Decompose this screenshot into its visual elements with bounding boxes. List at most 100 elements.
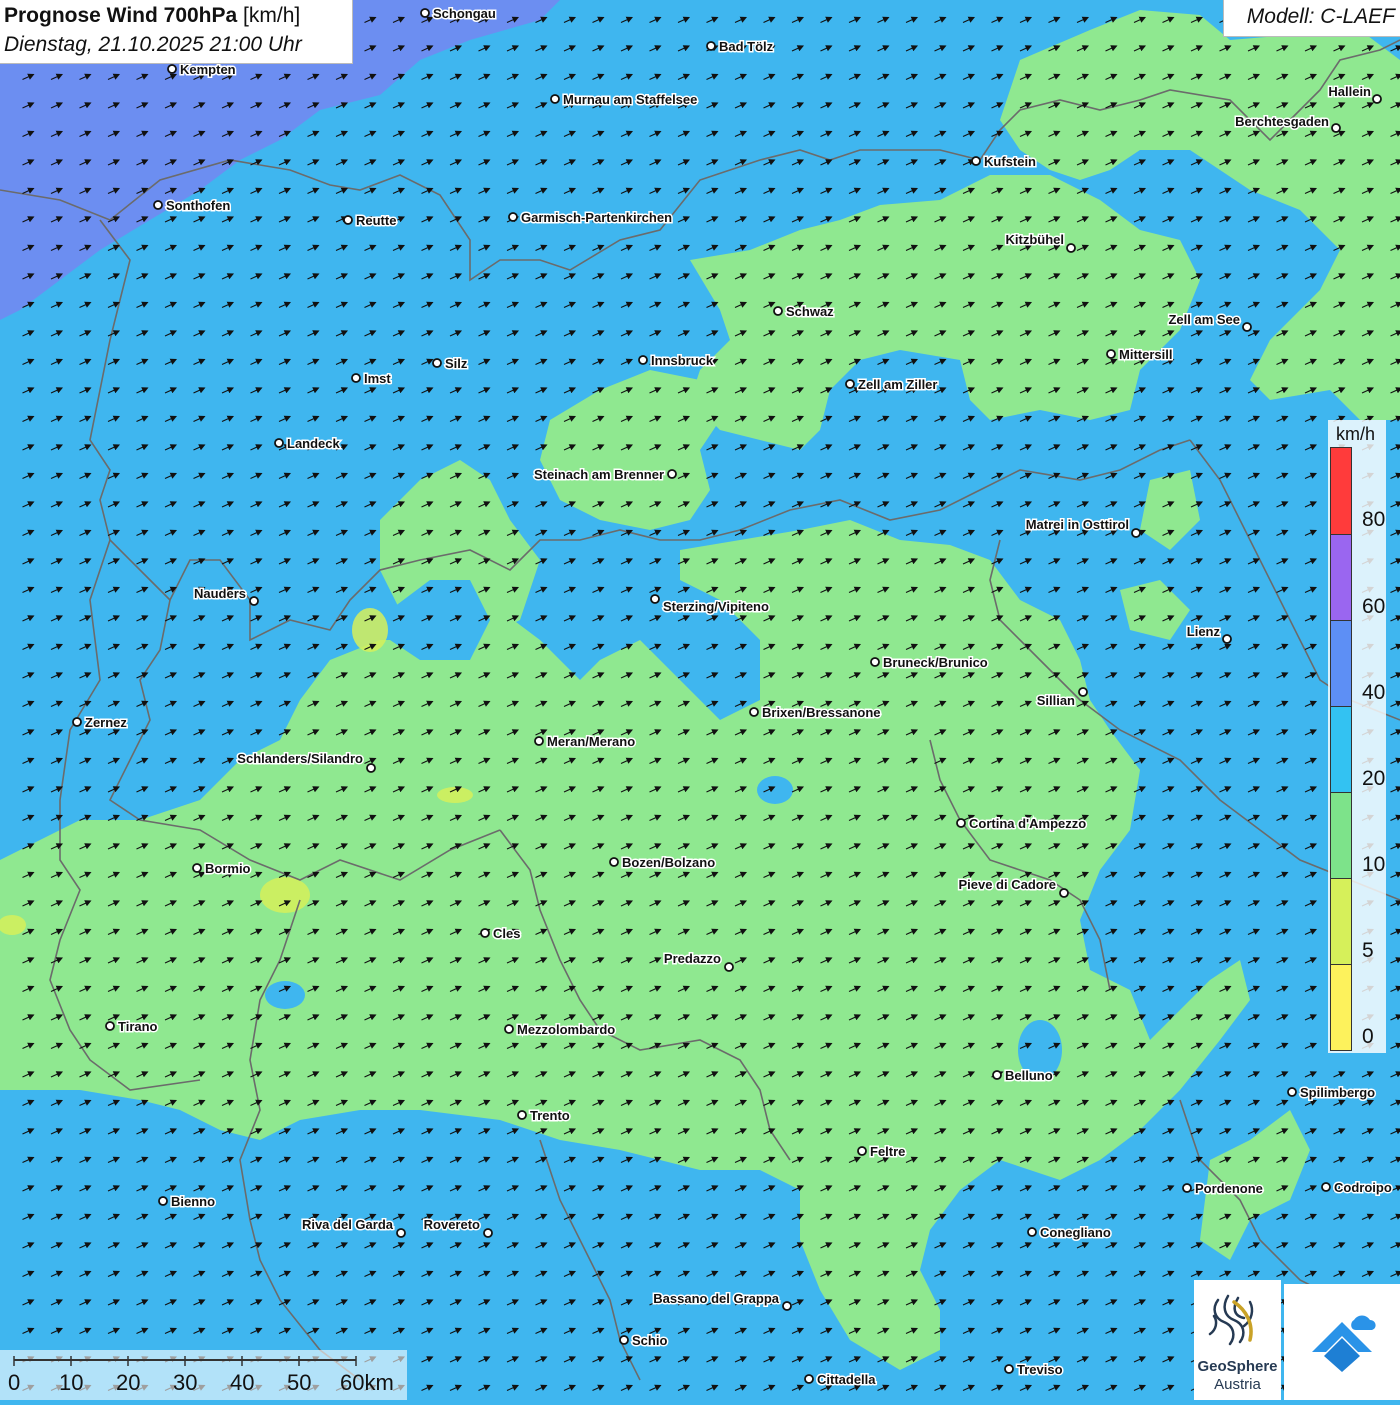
svg-text:Spilimbergo: Spilimbergo [1300, 1085, 1375, 1100]
city-innsbruck[interactable]: Innsbruck [639, 353, 714, 368]
geosphere-logo[interactable]: GeoSphere Austria [1194, 1280, 1281, 1400]
legend-tick: 5 [1362, 939, 1374, 963]
scale-label: 50 [287, 1370, 311, 1396]
legend-seg-20-40 [1331, 706, 1351, 792]
model-label: Modell: C-LAEF [1247, 5, 1395, 29]
svg-text:Sillian: Sillian [1037, 693, 1075, 708]
svg-text:Schwaz: Schwaz [786, 304, 834, 319]
city-pordenone[interactable]: Pordenone [1183, 1181, 1263, 1196]
svg-text:Conegliano: Conegliano [1040, 1225, 1111, 1240]
svg-text:Treviso: Treviso [1017, 1362, 1063, 1377]
title-box: Prognose Wind 700hPa [km/h] Dienstag, 21… [0, 0, 353, 64]
model-box: Modell: C-LAEF [1223, 0, 1400, 37]
svg-text:Meran/Merano: Meran/Merano [547, 734, 635, 749]
legend-tick: 80 [1362, 508, 1385, 532]
city-steinach[interactable]: Steinach am Brenner [534, 467, 676, 482]
scale-label: 30 [173, 1370, 197, 1396]
legend-seg-top [1331, 448, 1351, 534]
svg-text:Bruneck/Brunico: Bruneck/Brunico [883, 655, 988, 670]
scale-label: 0 [8, 1370, 20, 1396]
svg-text:Pieve di Cadore: Pieve di Cadore [958, 877, 1056, 892]
svg-text:Tirano: Tirano [118, 1019, 158, 1034]
city-bruneck[interactable]: Bruneck/Brunico [871, 655, 988, 670]
svg-text:Murnau am Staffelsee: Murnau am Staffelsee [563, 92, 697, 107]
scale-label: 40 [230, 1370, 254, 1396]
svg-text:Schongau: Schongau [433, 6, 496, 21]
map-title: Prognose Wind 700hPa [km/h] [4, 4, 300, 28]
svg-text:Mittersill: Mittersill [1119, 347, 1172, 362]
forecast-datetime: Dienstag, 21.10.2025 21:00 Uhr [4, 33, 302, 57]
svg-text:Predazzo: Predazzo [664, 951, 721, 966]
scale-bar: 0 10 20 30 40 50 60km [0, 1350, 407, 1400]
svg-text:Hallein: Hallein [1328, 84, 1371, 99]
svg-text:Schlanders/Silandro: Schlanders/Silandro [237, 751, 363, 766]
svg-text:Steinach am Brenner: Steinach am Brenner [534, 467, 664, 482]
city-conegliano[interactable]: Conegliano [1028, 1225, 1111, 1240]
city-brixen[interactable]: Brixen/Bressanone [750, 705, 881, 720]
svg-text:Pordenone: Pordenone [1195, 1181, 1263, 1196]
city-mezzolombardo[interactable]: Mezzolombardo [505, 1022, 615, 1037]
color-legend: km/h 80 60 40 20 10 5 0 [1328, 420, 1386, 1053]
svg-text:Brixen/Bressanone: Brixen/Bressanone [762, 705, 881, 720]
legend-seg-5-10 [1331, 878, 1351, 964]
svg-text:Cortina d'Ampezzo: Cortina d'Ampezzo [969, 816, 1086, 831]
legend-seg-10-20 [1331, 792, 1351, 878]
geosphere-icon [1194, 1280, 1281, 1358]
svg-text:Berchtesgaden: Berchtesgaden [1235, 114, 1329, 129]
legend-tick: 0 [1362, 1025, 1374, 1049]
svg-text:Silz: Silz [445, 356, 468, 371]
svg-text:Riva del Garda: Riva del Garda [302, 1217, 394, 1232]
svg-text:Landeck: Landeck [287, 436, 341, 451]
svg-text:Reutte: Reutte [356, 213, 396, 228]
city-bozen[interactable]: Bozen/Bolzano [610, 855, 715, 870]
scale-label: 10 [59, 1370, 83, 1396]
city-cortina[interactable]: Cortina d'Ampezzo [957, 816, 1086, 831]
svg-text:Zernez: Zernez [85, 715, 127, 730]
svg-text:Rovereto: Rovereto [424, 1217, 480, 1232]
svg-text:Feltre: Feltre [870, 1144, 905, 1159]
legend-colorbar [1330, 447, 1352, 1051]
legend-tick: 60 [1362, 595, 1385, 619]
scale-label: 60km [340, 1370, 394, 1396]
city-meran[interactable]: Meran/Merano [535, 734, 635, 749]
scale-label: 20 [116, 1370, 140, 1396]
svg-text:Bormio: Bormio [205, 861, 251, 876]
legend-tick: 20 [1362, 767, 1385, 791]
warn-app-icon [1284, 1284, 1400, 1400]
svg-text:Kufstein: Kufstein [984, 154, 1036, 169]
svg-text:Kempten: Kempten [180, 62, 236, 77]
svg-text:Sterzing/Vipiteno: Sterzing/Vipiteno [663, 599, 769, 614]
legend-seg-40-60 [1331, 620, 1351, 706]
title-bold: Prognose Wind 700hPa [4, 4, 237, 27]
legend-seg-60-80 [1331, 534, 1351, 620]
legend-unit: km/h [1336, 424, 1375, 445]
svg-text:Trento: Trento [530, 1108, 570, 1123]
city-spilimbergo[interactable]: Spilimbergo [1288, 1085, 1375, 1100]
svg-text:Cles: Cles [493, 926, 520, 941]
svg-text:Zell am Ziller: Zell am Ziller [858, 377, 937, 392]
city-murnau[interactable]: Murnau am Staffelsee [551, 92, 697, 107]
city-garmisch[interactable]: Garmisch-Partenkirchen [509, 210, 672, 225]
svg-text:Lienz: Lienz [1187, 624, 1221, 639]
svg-text:Kitzbühel: Kitzbühel [1006, 232, 1065, 247]
svg-text:Sonthofen: Sonthofen [166, 198, 230, 213]
legend-seg-0-5 [1331, 964, 1351, 1050]
svg-text:Belluno: Belluno [1005, 1068, 1053, 1083]
svg-text:Zell am See: Zell am See [1168, 312, 1240, 327]
svg-text:Mezzolombardo: Mezzolombardo [517, 1022, 615, 1037]
city-zell-am-ziller[interactable]: Zell am Ziller [846, 377, 937, 392]
svg-text:Nauders: Nauders [194, 586, 246, 601]
geosphere-sub: Austria [1194, 1376, 1281, 1393]
svg-text:Garmisch-Partenkirchen: Garmisch-Partenkirchen [521, 210, 672, 225]
svg-text:Schio: Schio [632, 1333, 667, 1348]
svg-text:Bad Tölz: Bad Tölz [719, 39, 774, 54]
city-schongau[interactable]: Schongau [421, 6, 496, 21]
svg-text:Bassano del Grappa: Bassano del Grappa [653, 1291, 779, 1306]
svg-text:Bozen/Bolzano: Bozen/Bolzano [622, 855, 715, 870]
title-unit: [km/h] [243, 4, 300, 27]
warn-app-logo[interactable] [1284, 1284, 1400, 1400]
wind-map[interactable]: Schongau Bad Tölz Kempten Murnau am Staf… [0, 0, 1400, 1400]
svg-text:Imst: Imst [364, 371, 391, 386]
city-sonthofen[interactable]: Sonthofen [154, 198, 230, 213]
legend-tick: 40 [1362, 681, 1385, 705]
